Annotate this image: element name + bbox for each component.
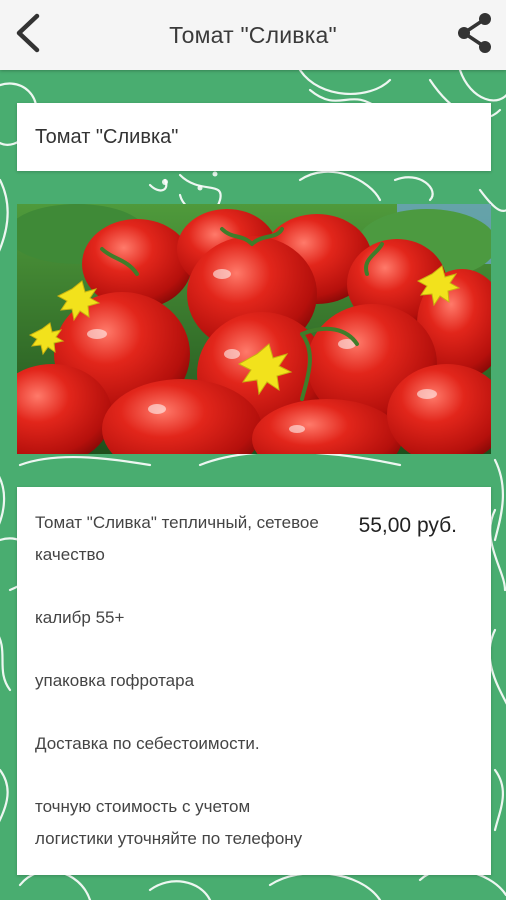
tomato-photo: [17, 204, 491, 454]
share-icon: [455, 11, 495, 60]
product-description: Томат "Сливка" тепличный, сетевое качест…: [35, 507, 325, 886]
description-line: точную стоимость с учетом логистики уточ…: [35, 797, 303, 848]
product-price: 55,00 руб.: [358, 514, 457, 537]
product-details-card: Томат "Сливка" тепличный, сетевое качест…: [17, 487, 491, 875]
app-header: Томат "Сливка": [0, 0, 506, 70]
description-line: Доставка по себестоимости.: [35, 734, 260, 753]
chevron-left-icon: [13, 13, 43, 58]
product-name: Томат "Сливка": [35, 126, 179, 148]
share-button[interactable]: [452, 10, 498, 60]
description-line: упаковка гофротара: [35, 671, 195, 690]
back-button[interactable]: [6, 10, 50, 60]
description-line: Томат "Сливка" тепличный, сетевое качест…: [35, 513, 319, 564]
product-title-card: Томат "Сливка": [17, 103, 491, 171]
product-image[interactable]: [17, 204, 491, 454]
description-line: калибр 55+: [35, 608, 125, 627]
page-title: Томат "Сливка": [169, 22, 337, 48]
